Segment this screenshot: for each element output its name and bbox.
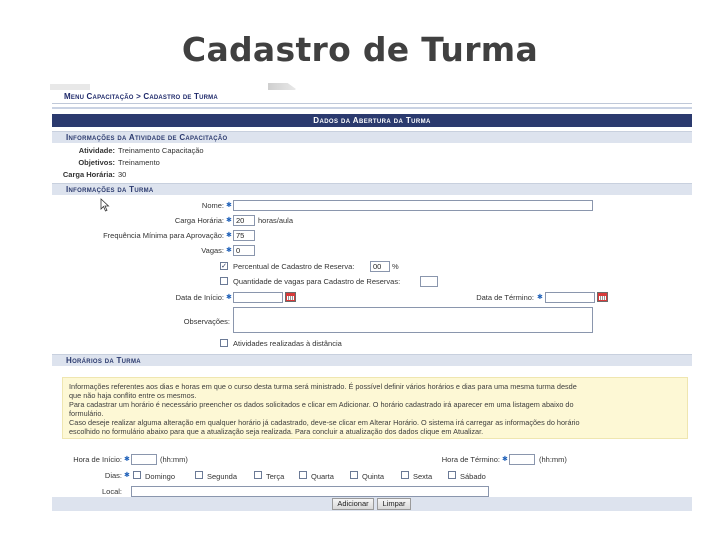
hora-termino-hint: (hh:mm) [539, 455, 567, 464]
local-input[interactable] [131, 486, 489, 497]
required-icon: ✱ [124, 472, 130, 479]
calendar-icon[interactable] [597, 292, 608, 302]
hora-inicio-hint: (hh:mm) [160, 455, 188, 464]
carga-label: Carga Horária: [62, 170, 115, 179]
distancia-label: Atividades realizadas à distância [233, 339, 342, 348]
activity-section-title: Informações da Atividade de Capacitação [52, 131, 692, 143]
required-icon: ✱ [124, 456, 130, 463]
vagas-input[interactable]: 0 [233, 245, 255, 256]
dias-label: Dias: [104, 471, 122, 480]
day-checkbox-terca[interactable] [254, 471, 262, 479]
day-label: Domingo [145, 472, 176, 481]
objetivos-value: Treinamento [118, 158, 160, 167]
hora-inicio-input[interactable] [131, 454, 157, 465]
day-checkbox-sexta[interactable] [401, 471, 409, 479]
day-checkbox-quarta[interactable] [299, 471, 307, 479]
hora-termino-label: Hora de Término: [441, 455, 500, 464]
form-header: Dados da Abertura da Turma [52, 114, 692, 127]
reserva-checkbox[interactable]: ✓ [220, 262, 228, 270]
day-label: Sábado [460, 472, 486, 481]
day-checkbox-segunda[interactable] [195, 471, 203, 479]
limpar-button[interactable]: Limpar [377, 498, 411, 510]
day-label: Segunda [207, 472, 238, 481]
hora-termino-input[interactable] [509, 454, 535, 465]
breadcrumb-bar: Menu Capacitação > Cadastro de Turma [52, 90, 692, 104]
reserva-unit: % [392, 262, 399, 271]
day-label: Quinta [362, 472, 385, 481]
required-icon: ✱ [226, 294, 232, 301]
frequencia-label: Frequência Mínima para Aprovação: [103, 231, 224, 240]
carga-horaria-label: Carga Horária: [174, 216, 224, 225]
breadcrumb[interactable]: Menu Capacitação > Cadastro de Turma [64, 92, 218, 101]
objetivos-label: Objetivos: [78, 158, 115, 167]
day-checkbox-quinta[interactable] [350, 471, 358, 479]
data-termino-label: Data de Término: [476, 293, 534, 302]
qtd-vagas-label: Quantidade de vagas para Cadastro de Res… [233, 277, 401, 286]
info-line: formulário. [69, 409, 104, 418]
required-icon: ✱ [226, 247, 232, 254]
info-line: Informações referentes aos dias e horas … [69, 382, 577, 391]
day-checkbox-sabado[interactable] [448, 471, 456, 479]
observacoes-label: Observações: [183, 317, 230, 326]
data-inicio-input[interactable] [233, 292, 283, 303]
day-label: Terça [266, 472, 285, 481]
day-label: Quarta [311, 472, 334, 481]
info-line: que não haja conflito entre os mesmos. [69, 391, 197, 400]
atividade-value: Treinamento Capacitação [118, 146, 204, 155]
carga-horaria-input[interactable]: 20 [233, 215, 255, 226]
vagas-label: Vagas: [201, 246, 224, 255]
info-box: Informações referentes aos dias e horas … [62, 377, 688, 439]
atividade-label: Atividade: [78, 146, 115, 155]
qtd-vagas-input[interactable] [420, 276, 438, 287]
required-icon: ✱ [226, 202, 232, 209]
nome-input[interactable] [233, 200, 593, 211]
form-screenshot: Menu Capacitação > Cadastro de Turma Dad… [44, 90, 696, 512]
calendar-icon[interactable] [285, 292, 296, 302]
reserva-input[interactable]: 00 [370, 261, 390, 272]
adicionar-button[interactable]: Adicionar [332, 498, 374, 510]
observacoes-textarea[interactable] [233, 307, 593, 333]
carga-value: 30 [118, 170, 127, 179]
qtd-vagas-checkbox[interactable] [220, 277, 228, 285]
info-line: Caso deseje realizar alguma alteração em… [69, 418, 580, 427]
local-label: Local: [101, 487, 122, 496]
class-section-title: Informações da Turma [52, 183, 692, 195]
info-line: Para cadastrar um horário é necessário p… [69, 400, 574, 409]
required-icon: ✱ [502, 456, 508, 463]
day-checkbox-domingo[interactable] [133, 471, 141, 479]
day-label: Sexta [413, 472, 433, 481]
info-line: escolhido no formulário abaixo para que … [69, 427, 484, 436]
divider [52, 107, 692, 109]
hora-inicio-label: Hora de Início: [73, 455, 122, 464]
data-termino-input[interactable] [545, 292, 595, 303]
nome-label: Nome: [201, 201, 224, 210]
required-icon: ✱ [537, 294, 543, 301]
carga-horaria-unit: horas/aula [258, 216, 294, 225]
required-icon: ✱ [226, 232, 232, 239]
schedule-section-title: Horários da Turma [52, 354, 692, 366]
frequencia-input[interactable]: 75 [233, 230, 255, 241]
reserva-label: Percentual de Cadastro de Reserva: [233, 262, 355, 271]
distancia-checkbox[interactable] [220, 339, 228, 347]
slide-title: Cadastro de Turma [181, 30, 539, 69]
data-inicio-label: Data de Início: [175, 293, 224, 302]
required-icon: ✱ [226, 217, 232, 224]
